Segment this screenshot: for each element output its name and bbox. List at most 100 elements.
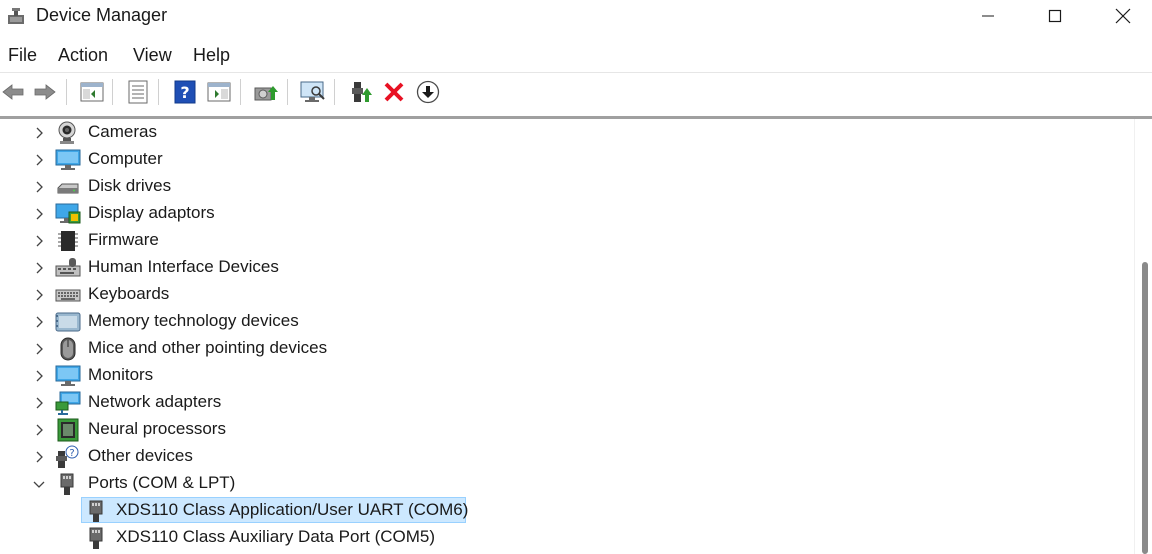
back-button[interactable]: [0, 79, 26, 105]
toolbar-separator: [66, 79, 67, 105]
uninstall-device-button[interactable]: [381, 79, 407, 105]
chevron-right-icon[interactable]: [31, 233, 47, 249]
chevron-right-icon[interactable]: [31, 368, 47, 384]
download-icon: [416, 80, 440, 104]
action-pane-button[interactable]: [206, 79, 232, 105]
neural-processor-icon: [57, 418, 79, 442]
maximize-button[interactable]: [1030, 0, 1080, 32]
menu-help[interactable]: Help: [191, 45, 232, 66]
properties-button[interactable]: [125, 79, 151, 105]
tree-item-label: Firmware: [88, 230, 159, 249]
enable-device-button[interactable]: [348, 79, 374, 105]
toolbar-separator: [334, 79, 335, 105]
chevron-right-icon[interactable]: [31, 125, 47, 141]
tree-item-label: Neural processors: [88, 419, 226, 438]
toolbar-separator: [287, 79, 288, 105]
uninstall-device-icon: [384, 82, 404, 102]
other-devices-icon: ?: [56, 445, 79, 468]
chevron-down-icon[interactable]: [31, 476, 47, 492]
display-adapter-icon: [55, 203, 81, 224]
window-title: Device Manager: [36, 5, 168, 25]
update-driver-button[interactable]: [253, 79, 279, 105]
chevron-right-icon[interactable]: [31, 206, 47, 222]
toolbar-separator: [158, 79, 159, 105]
download-button[interactable]: [415, 79, 441, 105]
firmware-icon: [58, 231, 78, 251]
show-hide-console-tree-button[interactable]: [79, 79, 105, 105]
tree-item-firmware[interactable]: Firmware: [0, 227, 1134, 254]
tree-item-mice[interactable]: Mice and other pointing devices: [0, 335, 1134, 362]
chevron-right-icon[interactable]: [31, 287, 47, 303]
hid-icon: [55, 258, 81, 277]
tree-item-label: Disk drives: [88, 176, 172, 195]
back-arrow-icon: [2, 84, 24, 100]
monitor-icon: [55, 365, 81, 386]
device-tree: Cameras Computer Disk drives Display ada…: [0, 119, 1134, 554]
tree-item-disk-drives[interactable]: Disk drives: [0, 173, 1134, 200]
chevron-right-icon[interactable]: [31, 179, 47, 195]
tree-item-port-com5[interactable]: XDS110 Class Auxiliary Data Port (COM5): [0, 524, 1134, 551]
chevron-right-icon[interactable]: [31, 341, 47, 357]
network-adapter-icon: [55, 391, 81, 415]
menu-file[interactable]: File: [6, 45, 39, 66]
close-icon: [1115, 8, 1131, 24]
help-button[interactable]: ?: [172, 79, 198, 105]
port-icon: [89, 500, 103, 522]
scan-hardware-button[interactable]: [300, 79, 326, 105]
tree-item-monitors[interactable]: Monitors: [0, 362, 1134, 389]
mouse-icon: [60, 337, 76, 361]
scrollbar-thumb[interactable]: [1142, 262, 1148, 554]
tree-item-label: Memory technology devices: [88, 311, 299, 330]
tree-item-cameras[interactable]: Cameras: [0, 119, 1134, 146]
help-icon: ?: [174, 80, 196, 104]
minimize-button[interactable]: [963, 0, 1013, 32]
port-icon: [60, 473, 74, 495]
tree-item-label: XDS110 Class Auxiliary Data Port (COM5): [116, 527, 436, 546]
tree-item-memory-technology-devices[interactable]: Memory technology devices: [0, 308, 1134, 335]
tree-item-display-adaptors[interactable]: Display adaptors: [0, 200, 1134, 227]
tree-item-label: Display adaptors: [88, 203, 215, 222]
tree-item-computer[interactable]: Computer: [0, 146, 1134, 173]
tree-item-label: Computer: [88, 149, 163, 168]
menu-bar: File Action View Help: [0, 38, 1152, 72]
chevron-right-icon[interactable]: [31, 260, 47, 276]
tree-item-ports[interactable]: Ports (COM & LPT): [0, 470, 1134, 497]
chevron-right-icon[interactable]: [31, 422, 47, 438]
tree-item-human-interface-devices[interactable]: Human Interface Devices: [0, 254, 1134, 281]
tree-item-label: Cameras: [88, 122, 157, 141]
forward-button[interactable]: [32, 79, 58, 105]
computer-icon: [55, 149, 81, 170]
tree-item-label: Monitors: [88, 365, 154, 384]
tree-item-neural-processors[interactable]: Neural processors: [0, 416, 1134, 443]
port-icon: [89, 527, 103, 549]
toolbar-separator: [240, 79, 241, 105]
tree-item-other-devices[interactable]: ? Other devices: [0, 443, 1134, 470]
chevron-right-icon[interactable]: [31, 314, 47, 330]
menu-action[interactable]: Action: [56, 45, 110, 66]
maximize-icon: [1048, 9, 1062, 23]
camera-icon: [58, 121, 76, 144]
disk-drive-icon: [57, 183, 79, 194]
toolbar-separator: [112, 79, 113, 105]
tree-item-label: Other devices: [88, 446, 193, 465]
svg-text:?: ?: [69, 448, 74, 459]
forward-arrow-icon: [34, 84, 56, 100]
tree-item-label: Network adapters: [88, 392, 222, 411]
chevron-right-icon[interactable]: [31, 152, 47, 168]
tree-item-label: XDS110 Class Application/User UART (COM6…: [116, 500, 469, 519]
menu-view[interactable]: View: [131, 45, 174, 66]
properties-icon: [128, 80, 148, 104]
memory-device-icon: [55, 312, 81, 332]
chevron-right-icon[interactable]: [31, 449, 47, 465]
scan-hardware-icon: [300, 81, 325, 102]
tree-item-label: Mice and other pointing devices: [88, 338, 328, 357]
tree-item-keyboards[interactable]: Keyboards: [0, 281, 1134, 308]
close-button[interactable]: [1098, 0, 1148, 32]
tree-item-label: Ports (COM & LPT): [88, 473, 236, 492]
chevron-right-icon[interactable]: [31, 395, 47, 411]
tree-item-network-adapters[interactable]: Network adapters: [0, 389, 1134, 416]
vertical-scrollbar[interactable]: [1134, 119, 1152, 554]
device-manager-icon: [6, 6, 26, 26]
keyboard-icon: [55, 289, 81, 302]
tree-item-port-com6[interactable]: XDS110 Class Application/User UART (COM6…: [0, 497, 1134, 524]
